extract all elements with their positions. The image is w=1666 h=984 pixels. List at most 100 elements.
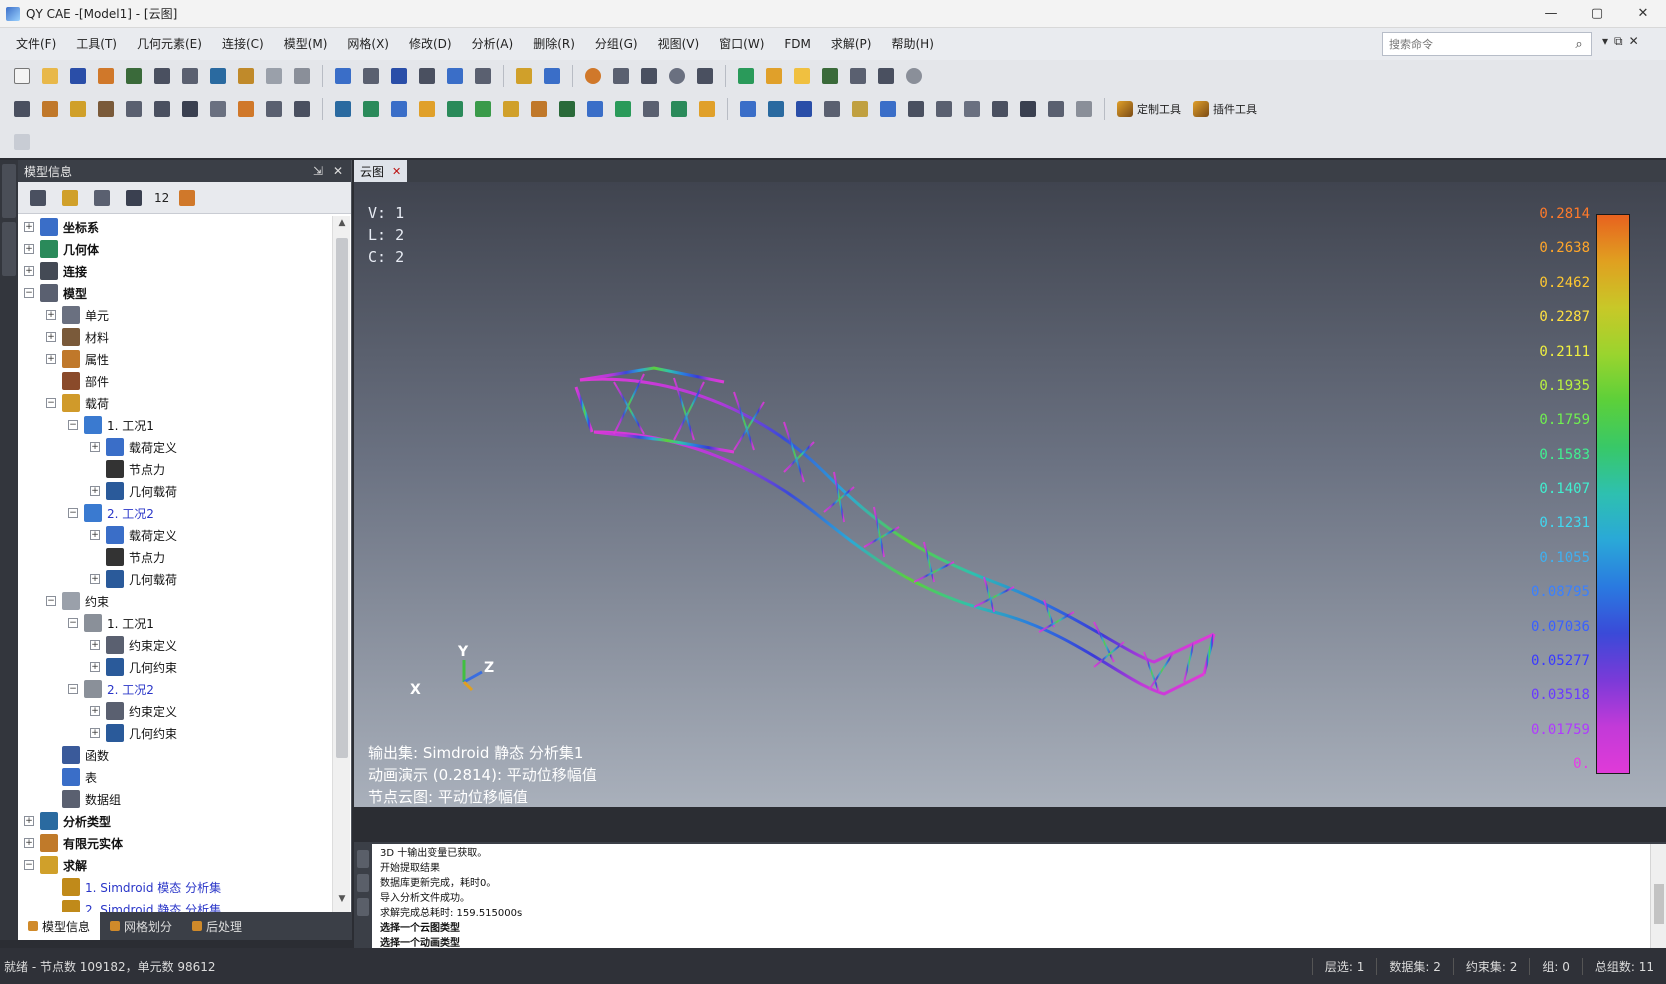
menu-solve[interactable]: 求解(P) [821,28,882,60]
expand-icon[interactable]: + [24,838,34,848]
rbe-icon[interactable] [667,97,691,121]
collapse-icon[interactable]: − [68,618,78,628]
tree-node[interactable]: − 模型 [18,282,332,304]
tree-node[interactable]: + 属性 [18,348,332,370]
save-icon[interactable] [66,64,90,88]
zoom-box-icon[interactable] [637,64,661,88]
vector-icon[interactable] [848,97,872,121]
tree-node[interactable]: + 几何体 [18,238,332,260]
minimize-button[interactable]: — [1528,0,1574,28]
search-icon[interactable]: ⌕ [1567,37,1591,52]
mesh-surface-icon[interactable] [359,97,383,121]
hide-icon[interactable] [902,64,926,88]
tree-node[interactable]: − 求解 [18,854,332,876]
tree-node[interactable]: 节点力 [18,546,332,568]
panel-close-icon[interactable]: ✕ [333,164,343,178]
collapse-icon[interactable]: − [68,508,78,518]
custom-tool-button[interactable]: 定制工具 [1111,97,1187,121]
expand-icon[interactable]: + [24,244,34,254]
console-close-icon[interactable] [357,898,369,916]
element-icon[interactable] [38,97,62,121]
menu-file[interactable]: 文件(F) [6,28,66,60]
mesh-icon[interactable] [331,97,355,121]
tree-node[interactable]: − 2. 工况2 [18,502,332,524]
grid-icon[interactable] [846,64,870,88]
tree-node[interactable]: 部件 [18,370,332,392]
maximize-button[interactable]: ▢ [1574,0,1620,28]
expand-icon[interactable]: + [46,354,56,364]
shading-icon[interactable] [734,64,758,88]
console-scroll-thumb[interactable] [1654,884,1664,924]
console-scrollbar[interactable] [1650,844,1666,950]
console-clear-icon[interactable] [357,874,369,892]
link-icon[interactable] [331,64,355,88]
pencil-icon[interactable] [762,64,786,88]
paste-icon[interactable] [178,64,202,88]
chain-icon[interactable] [387,64,411,88]
export-icon[interactable] [122,64,146,88]
menu-window[interactable]: 窗口(W) [709,28,774,60]
moment-icon[interactable] [471,97,495,121]
ruler-icon[interactable] [512,64,536,88]
beam-icon[interactable] [736,97,760,121]
menu-model[interactable]: 模型(M) [274,28,338,60]
measure-icon[interactable] [540,64,564,88]
property-icon[interactable] [66,97,90,121]
tree-node[interactable]: − 2. 工况2 [18,678,332,700]
mass-icon[interactable] [262,97,286,121]
expand-icon[interactable]: + [90,640,100,650]
plugin-tool-button[interactable]: 插件工具 [1187,97,1263,121]
material-icon[interactable] [94,97,118,121]
expand-icon[interactable]: + [24,816,34,826]
tree-node[interactable]: 函数 [18,744,332,766]
tree-import-icon[interactable] [58,186,82,210]
tree-node[interactable]: + 载荷定义 [18,524,332,546]
tree-node[interactable]: + 几何约束 [18,656,332,678]
command-search-input[interactable] [1389,37,1565,51]
rotate-view-icon[interactable] [581,64,605,88]
iso-surface-icon[interactable] [988,97,1012,121]
import-icon[interactable] [94,64,118,88]
collapse-icon[interactable]: − [24,288,34,298]
open-folder-icon[interactable] [38,64,62,88]
split-icon[interactable] [443,64,467,88]
expand-icon[interactable]: + [24,266,34,276]
scroll-up-icon[interactable]: ▲ [333,218,351,234]
tab-mesh[interactable]: 网格划分 [100,912,182,940]
tab-close-icon[interactable]: ✕ [392,165,401,178]
expand-icon[interactable]: + [90,530,100,540]
mesh-solid-icon[interactable] [387,97,411,121]
expand-icon[interactable]: + [90,706,100,716]
collapse-icon[interactable]: − [68,420,78,430]
graphics-viewport[interactable]: V: 1 L: 2 C: 2 Y Z X 输出集: Simdroid 静态 分析… [354,182,1666,807]
tree-node[interactable]: − 约束 [18,590,332,612]
report-icon[interactable] [290,97,314,121]
temperature-icon[interactable] [527,97,551,121]
tree-node[interactable]: 2. Simdroid 静态 分析集 [18,898,332,912]
home-icon[interactable] [1016,97,1040,121]
menu-connect[interactable]: 连接(C) [212,28,274,60]
tree-node[interactable]: + 分析类型 [18,810,332,832]
xy-plot-icon[interactable] [904,97,928,121]
tree-node[interactable]: 数据组 [18,788,332,810]
select-box-icon[interactable] [359,64,383,88]
expand-icon[interactable]: + [46,310,56,320]
tree-node[interactable]: + 连接 [18,260,332,282]
coupling-icon[interactable] [695,97,719,121]
fixed-icon[interactable] [583,97,607,121]
tab-model-info[interactable]: 模型信息 [18,912,101,940]
section-icon[interactable] [122,97,146,121]
dock-tab-tools[interactable] [2,222,16,276]
expand-icon[interactable]: + [90,486,100,496]
filter-icon[interactable] [1072,97,1096,121]
expand-icon[interactable]: + [90,574,100,584]
bar-icon[interactable] [150,97,174,121]
menu-help[interactable]: 帮助(H) [881,28,943,60]
menu-mesh[interactable]: 网格(X) [337,28,399,60]
menu-delete[interactable]: 删除(R) [523,28,585,60]
plate-icon[interactable] [178,97,202,121]
tree-node[interactable]: 1. Simdroid 模态 分析集 [18,876,332,898]
copy-icon[interactable] [150,64,174,88]
chart-icon[interactable] [234,64,258,88]
cube-icon[interactable] [471,64,495,88]
